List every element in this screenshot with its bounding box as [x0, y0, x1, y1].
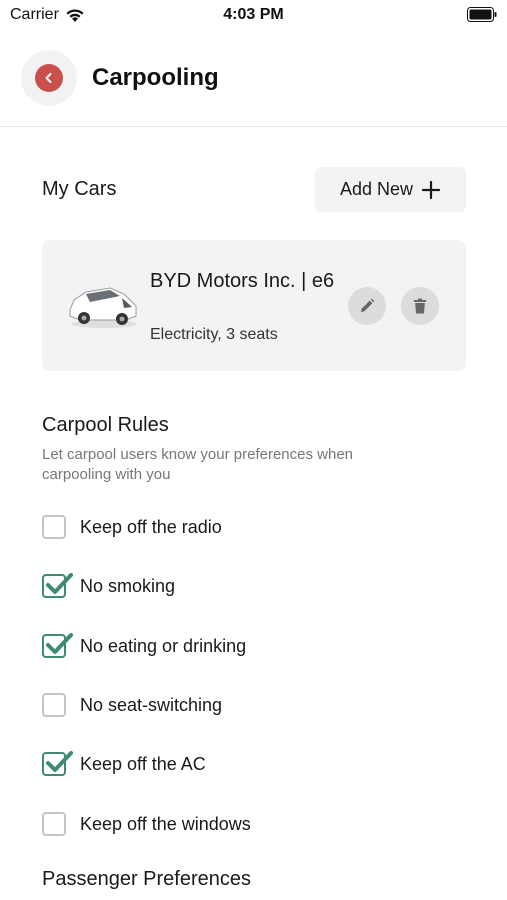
edit-car-button[interactable]: [348, 287, 386, 325]
checkmark-icon: [46, 751, 73, 772]
rule-label: Keep off the windows: [80, 813, 251, 834]
header: Carpooling: [0, 46, 507, 127]
back-icon: [35, 64, 63, 92]
rule-item[interactable]: Keep off the radio: [42, 512, 222, 542]
rule-label: No smoking: [80, 575, 176, 596]
rule-item[interactable]: No seat-switching: [42, 690, 222, 720]
checkbox-unchecked[interactable]: [42, 693, 66, 717]
back-button[interactable]: [21, 50, 77, 106]
rule-label: No seat-switching: [80, 694, 223, 715]
rule-item[interactable]: Keep off the AC: [42, 749, 206, 779]
rule-item[interactable]: Keep off the windows: [42, 809, 251, 839]
checkmark-icon: [46, 573, 73, 594]
delete-car-button[interactable]: [401, 287, 439, 325]
pencil-icon: [361, 298, 375, 312]
trash-icon: [414, 298, 426, 314]
checkbox-checked[interactable]: [42, 573, 73, 598]
rule-label: Keep off the radio: [80, 516, 222, 537]
carpool-rules-heading: Carpool Rules: [42, 414, 169, 436]
checkbox-unchecked[interactable]: [42, 812, 66, 836]
add-new-car-button[interactable]: Add New: [315, 167, 466, 212]
add-new-label: Add New: [339, 179, 414, 199]
car-image: [69, 287, 137, 328]
rule-item[interactable]: No eating or drinking: [42, 631, 246, 661]
status-bar: Carrier 4:03 PM: [0, 0, 507, 30]
clock: 4:03 PM: [223, 6, 284, 23]
battery-icon: [467, 7, 497, 22]
passenger-preferences-heading: Passenger Preferences: [42, 868, 252, 890]
page-title: Carpooling: [92, 64, 219, 91]
checkbox-checked[interactable]: [42, 751, 73, 776]
rule-label: No eating or drinking: [80, 635, 247, 656]
car-name: BYD Motors Inc. | e6: [150, 270, 335, 292]
plus-icon: [421, 180, 441, 199]
car-details: Electricity, 3 seats: [150, 326, 278, 343]
carpool-rules-description: Let carpool users know your preferences …: [42, 446, 354, 483]
checkbox-unchecked[interactable]: [42, 515, 66, 539]
checkmark-icon: [46, 633, 73, 654]
checkbox-checked[interactable]: [42, 633, 73, 658]
rule-item[interactable]: No smoking: [42, 571, 175, 601]
rule-label: Keep off the AC: [80, 753, 206, 774]
my-cars-heading: My Cars: [42, 178, 117, 200]
car-card[interactable]: BYD Motors Inc. | e6 Electricity, 3 seat…: [42, 240, 466, 371]
